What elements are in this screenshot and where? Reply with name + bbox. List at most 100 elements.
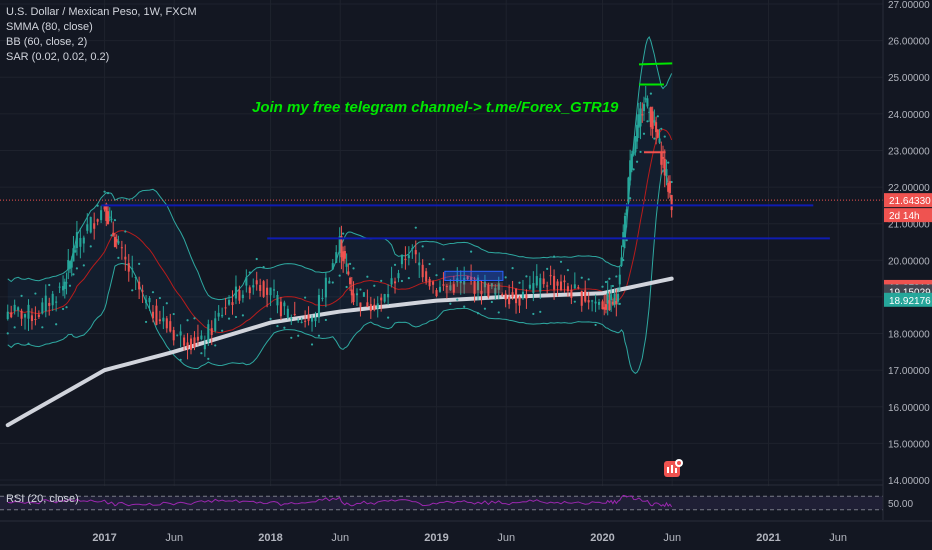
candle-body (573, 284, 576, 289)
candle-body (521, 291, 525, 298)
candle-body (355, 293, 359, 296)
sar-dot (41, 326, 44, 329)
candle-body (176, 334, 179, 336)
candle-body (74, 250, 77, 252)
candle-body (546, 285, 549, 287)
candle-body (432, 281, 435, 285)
sar-dot (179, 358, 182, 361)
sar-dot (559, 260, 563, 263)
candle-body (376, 303, 379, 309)
candle-body (321, 297, 324, 299)
candle-body (131, 268, 134, 270)
candle-body (255, 280, 258, 285)
candle-body (556, 281, 559, 286)
y-tick-label: 25.00000 (888, 73, 930, 84)
y-tick-label: 26.00000 (888, 37, 930, 48)
candle-body (362, 292, 365, 297)
position-box[interactable] (444, 282, 503, 294)
sar-dot (414, 226, 417, 229)
candle-body (421, 264, 424, 278)
candle-body (112, 232, 115, 236)
candle-body (86, 224, 89, 231)
sar-dot (324, 318, 327, 322)
sar-dot (573, 300, 576, 303)
candle-body (141, 290, 144, 292)
position-box[interactable] (444, 270, 504, 281)
candle-body (639, 108, 642, 127)
sar-dot (639, 150, 642, 154)
sar-dot (594, 323, 597, 327)
notification-badge-icon[interactable] (662, 458, 684, 480)
sar-dot (615, 275, 618, 278)
candle-body (241, 294, 244, 299)
candle-body (570, 289, 573, 299)
sar-dot (61, 307, 65, 311)
candle-body (65, 282, 68, 284)
sar-dot (428, 262, 431, 266)
sar-dot (27, 342, 30, 345)
sar-dot (255, 257, 258, 261)
sar-dot (172, 312, 175, 316)
candle-body (504, 293, 507, 300)
sar-dot (331, 281, 334, 284)
sar-dot (625, 239, 628, 242)
candle-body (72, 248, 75, 262)
candle-body (591, 300, 594, 302)
indicator-bb-label[interactable]: BB (60, close, 2) (6, 35, 197, 50)
sar-dot (504, 276, 507, 279)
sar-dot (68, 284, 72, 287)
time-axis[interactable] (0, 521, 932, 550)
sar-dot (34, 292, 37, 295)
y-tick-label: 23.00000 (888, 146, 930, 157)
sar-dot (345, 285, 348, 289)
sar-dot (262, 266, 265, 269)
sar-dot (193, 317, 196, 320)
y-tick-label: 16.00000 (888, 403, 930, 414)
candle-body (96, 219, 99, 222)
x-tick-label: Jun (663, 532, 681, 544)
symbol-title[interactable]: U.S. Dollar / Mexican Peso, 1W, FXCM (6, 5, 197, 20)
sar-dot (476, 312, 480, 315)
sar-dot (310, 343, 314, 346)
rsi-band (0, 496, 883, 510)
candle-body (653, 120, 656, 123)
sar-dot (348, 262, 352, 265)
candle-body (248, 287, 251, 294)
candle-body (380, 297, 383, 301)
indicator-smma-label[interactable]: SMMA (80, close) (6, 20, 197, 35)
candle-body (224, 307, 227, 309)
candle-body (584, 290, 587, 302)
candle-body (428, 279, 431, 287)
candle-body (407, 255, 410, 259)
indicator-sar-label[interactable]: SAR (0.02, 0.02, 0.2) (6, 50, 197, 65)
price-label-text: 18.92176 (889, 296, 931, 307)
target-line[interactable] (638, 62, 673, 66)
sar-dot (82, 264, 85, 267)
candle-body (656, 129, 659, 138)
x-tick-label: 2020 (590, 532, 614, 544)
candle-body (661, 156, 665, 159)
x-tick-label: Jun (497, 532, 515, 544)
candle-body (297, 320, 300, 322)
candle-body (373, 304, 376, 311)
candle-body (293, 313, 296, 316)
telegram-annotation[interactable]: Join my free telegram channel-> t.me/For… (252, 99, 618, 116)
price-label-text: 21.64330 (889, 196, 931, 207)
sar-dot (649, 92, 653, 95)
candle-body (272, 289, 276, 291)
sar-dot (144, 320, 148, 324)
sar-dot (635, 160, 639, 163)
sar-dot (359, 288, 362, 291)
sar-dot (456, 298, 459, 301)
candle-body (13, 304, 16, 311)
candle-body (618, 274, 621, 285)
sar-dot (463, 305, 466, 308)
candle-body (404, 258, 407, 260)
candle-body (108, 216, 111, 218)
y-tick-label: 20.00000 (888, 256, 930, 267)
sar-dot (646, 120, 649, 123)
price-chart[interactable]: 27.00000 26.00000 25.00000 24.00000 23.00000… (0, 0, 932, 550)
sar-dot (20, 294, 23, 297)
rsi-indicator-label[interactable]: RSI (20, close) (6, 493, 79, 505)
chart-legend: U.S. Dollar / Mexican Peso, 1W, FXCM SMM… (6, 5, 197, 65)
